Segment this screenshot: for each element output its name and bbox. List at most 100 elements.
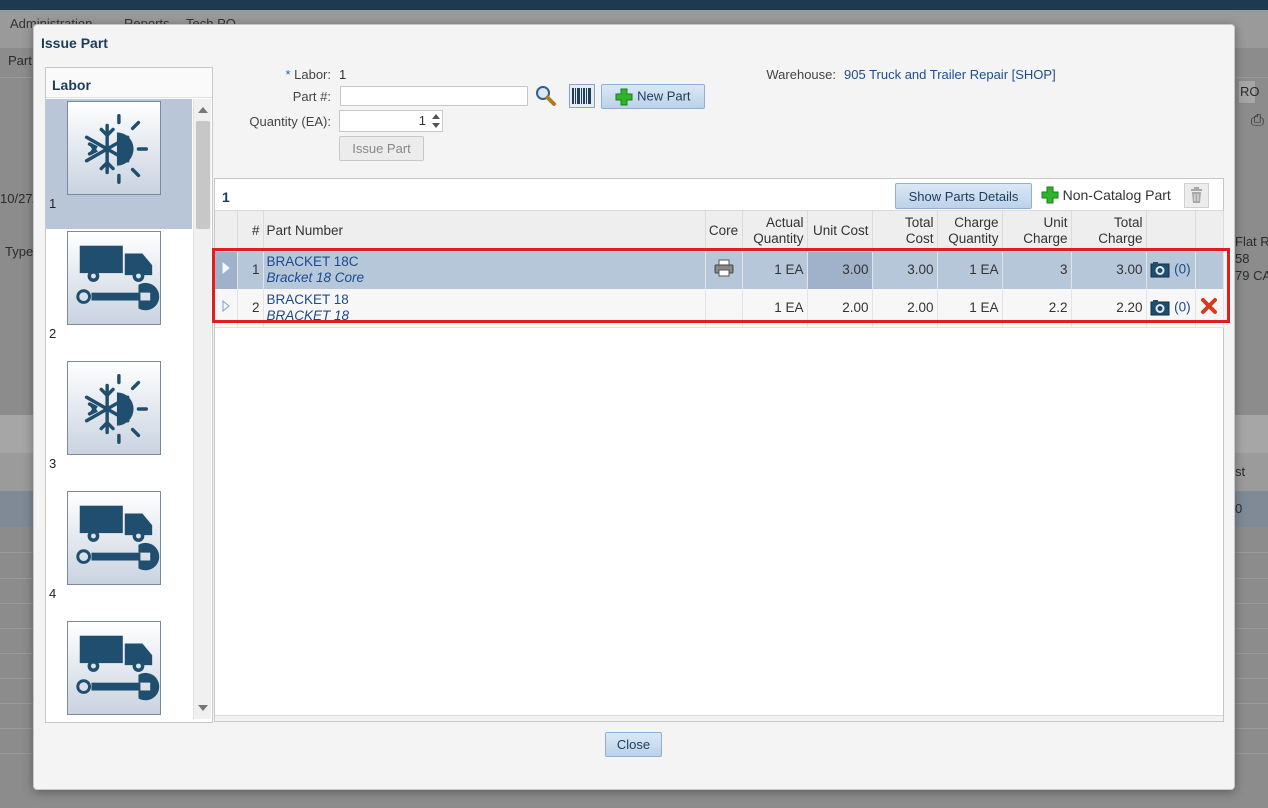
col-total-cost[interactable]: Total Cost [872,211,938,252]
total-cost: 2.00 [872,289,938,328]
truck-wrench-icon [67,621,161,715]
table-header-row: # Part Number Core Actual Quantity Unit C… [215,211,1224,252]
part-cell[interactable]: BRACKET 18C Bracket 18 Core [263,251,706,289]
increment-icon[interactable] [432,114,440,119]
unit-charge[interactable]: 3 [1002,251,1072,289]
labor-panel: Labor 1 2 3 4 [45,67,213,723]
scroll-up-icon[interactable] [198,107,208,113]
part-description: BRACKET 18 [266,307,350,323]
actual-quantity: 1 EA [742,289,808,328]
charge-quantity[interactable]: 1 EA [937,251,1003,289]
decrement-icon[interactable] [432,123,440,128]
trash-icon[interactable] [1184,183,1209,208]
bg-right-text-2: 58 [1235,251,1250,266]
total-charge: 3.00 [1071,251,1147,289]
parts-grid: 1 Show Parts Details Non-Catalog Part # … [214,178,1224,722]
table-row[interactable]: 1 BRACKET 18C Bracket 18 Core 1 EA 3.00 [215,251,1224,289]
plus-icon [615,88,633,105]
part-number[interactable]: BRACKET 18 [267,292,702,308]
labor-item-number: 3 [49,456,57,471]
photo-cell[interactable]: (0) [1146,289,1196,328]
show-parts-details-button[interactable]: Show Parts Details [895,183,1032,209]
labor-item-number: 1 [49,196,57,211]
bg-right-text-3: 79 CA [1235,268,1268,283]
charge-quantity[interactable]: 1 EA [937,289,1003,328]
quantity-label: Quantity (EA): [249,114,331,129]
bg-ro-button[interactable]: RO [1238,80,1260,104]
parts-table: # Part Number Core Actual Quantity Unit C… [215,211,1224,328]
col-actual-quantity[interactable]: Actual Quantity [742,211,808,252]
col-part-number[interactable]: Part Number [263,211,706,252]
quantity-stepper[interactable]: 1 [339,110,443,132]
camera-icon[interactable] [1150,299,1170,317]
total-cost: 3.00 [872,251,938,289]
labor-item-number: 5 [49,716,56,719]
delete-row-icon[interactable] [1195,289,1224,328]
total-charge: 2.20 [1071,289,1147,328]
part-cell[interactable]: BRACKET 18 BRACKET 18 [263,289,706,328]
core-print-icon[interactable] [705,251,743,289]
grid-count: 1 [222,189,230,205]
col-core[interactable]: Core [705,211,743,252]
labor-item-1[interactable]: 1 [46,99,192,229]
bg-right-text-1: Flat R [1235,234,1268,249]
col-expander [215,211,238,252]
issue-part-button[interactable]: Issue Part [339,136,424,161]
labor-item-2[interactable]: 2 [46,229,192,359]
plus-icon [1041,186,1059,204]
photo-count[interactable]: (0) [1174,299,1191,314]
expand-row-icon[interactable] [215,251,238,289]
ac-heating-icon [67,361,161,455]
scroll-thumb[interactable] [196,121,210,229]
camera-icon[interactable] [1150,261,1170,279]
labor-value: 1 [339,67,347,82]
new-part-button[interactable]: New Part [601,84,705,109]
row-num: 2 [237,289,264,328]
core-cell [705,289,743,328]
truck-wrench-icon [67,491,161,585]
labor-item-number: 4 [49,586,57,601]
labor-panel-title: Labor [46,68,212,98]
labor-item-3[interactable]: 3 [46,359,192,489]
close-button[interactable]: Close [605,732,662,757]
bg-date: 10/27/ [0,191,37,206]
grid-footer [215,715,1223,721]
part-number[interactable]: BRACKET 18C [267,254,702,270]
labor-item-4[interactable]: 4 [46,489,192,619]
part-description: Bracket 18 Core [266,270,365,286]
issue-part-dialog: Issue Part Labor 1 2 3 4 * Labor: 1 Part… [33,24,1235,790]
expand-row-icon[interactable] [215,289,238,328]
col-photos [1146,211,1196,252]
labor-list: 1 2 3 4 [46,99,192,719]
col-total-charge[interactable]: Total Charge [1071,211,1147,252]
labor-label: * Labor: [285,67,331,82]
delete-cell [1195,251,1224,289]
non-catalog-part-button[interactable]: Non-Catalog Part [1041,186,1171,206]
labor-scrollbar[interactable] [193,99,211,719]
bg-print-icon[interactable]: ⎙ [1251,112,1264,130]
row-num: 1 [237,251,264,289]
table-row[interactable]: 2 BRACKET 18 BRACKET 18 1 EA 2.00 2.00 1… [215,289,1224,328]
photo-cell[interactable]: (0) [1146,251,1196,289]
warehouse-value[interactable]: 905 Truck and Trailer Repair [SHOP] [844,67,1056,82]
dialog-title: Issue Part [41,35,108,51]
unit-cost: 2.00 [807,289,873,328]
col-unit-cost[interactable]: Unit Cost [807,211,873,252]
col-charge-quantity[interactable]: Charge Quantity [937,211,1003,252]
unit-charge[interactable]: 2.2 [1002,289,1072,328]
scroll-down-icon[interactable] [198,705,208,711]
search-icon[interactable] [534,84,558,108]
warehouse-label: Warehouse: [766,67,836,82]
labor-item-number: 2 [49,326,57,341]
photo-count[interactable]: (0) [1174,262,1191,277]
bg-type-label: Type [5,244,34,259]
bg-tab-part[interactable]: Part [8,53,32,68]
col-num[interactable]: # [237,211,264,252]
barcode-icon[interactable] [569,84,595,108]
truck-wrench-icon [67,231,161,325]
labor-item-5[interactable]: 5 [46,619,192,719]
part-number-input[interactable] [340,86,528,106]
col-unit-charge[interactable]: Unit Charge [1002,211,1072,252]
app-top-bar [0,0,1268,10]
ac-heating-icon [67,101,161,195]
